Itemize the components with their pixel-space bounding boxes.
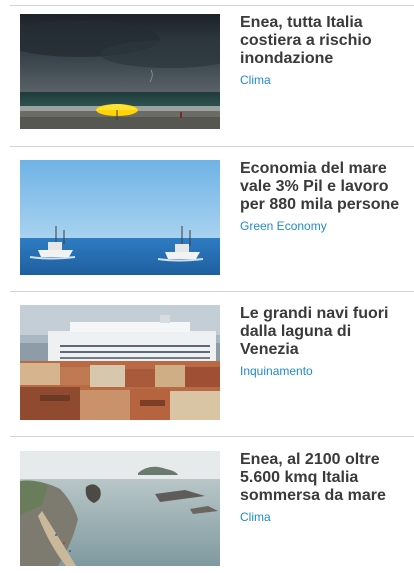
article-title[interactable]: Enea, al 2100 oltre 5.600 kmq Italia som… [240,451,406,505]
article-title[interactable]: Enea, tutta Italia costiera a rischio in… [240,14,406,68]
article-text: Enea, al 2100 oltre 5.600 kmq Italia som… [240,451,406,524]
article-category-link[interactable]: Green Economy [240,219,406,233]
article-thumbnail[interactable] [20,451,220,566]
article-text: Economia del mare vale 3% Pil e lavoro p… [240,160,406,233]
article-feed: Enea, tutta Italia costiera a rischio in… [0,0,414,573]
cruise-ship-venice-image [20,305,220,420]
article-title[interactable]: Le grandi navi fuori dalla laguna di Ven… [240,305,406,359]
divider [10,291,414,292]
article-thumbnail[interactable] [20,305,220,420]
coastal-cove-image [20,451,220,566]
article-thumbnail[interactable] [20,14,220,129]
article-item[interactable]: Economia del mare vale 3% Pil e lavoro p… [0,160,414,280]
divider [10,146,414,147]
article-title[interactable]: Economia del mare vale 3% Pil e lavoro p… [240,160,406,214]
article-category-link[interactable]: Clima [240,73,406,87]
article-item[interactable]: Enea, al 2100 oltre 5.600 kmq Italia som… [0,451,414,571]
article-thumbnail[interactable] [20,160,220,275]
article-text: Enea, tutta Italia costiera a rischio in… [240,14,406,87]
fishing-boats-image [20,160,220,275]
article-text: Le grandi navi fuori dalla laguna di Ven… [240,305,406,378]
divider [10,5,414,6]
article-category-link[interactable]: Clima [240,510,406,524]
stormy-beach-image [20,14,220,129]
article-category-link[interactable]: Inquinamento [240,364,406,378]
article-item[interactable]: Le grandi navi fuori dalla laguna di Ven… [0,305,414,425]
divider [10,436,414,437]
article-item[interactable]: Enea, tutta Italia costiera a rischio in… [0,14,414,134]
